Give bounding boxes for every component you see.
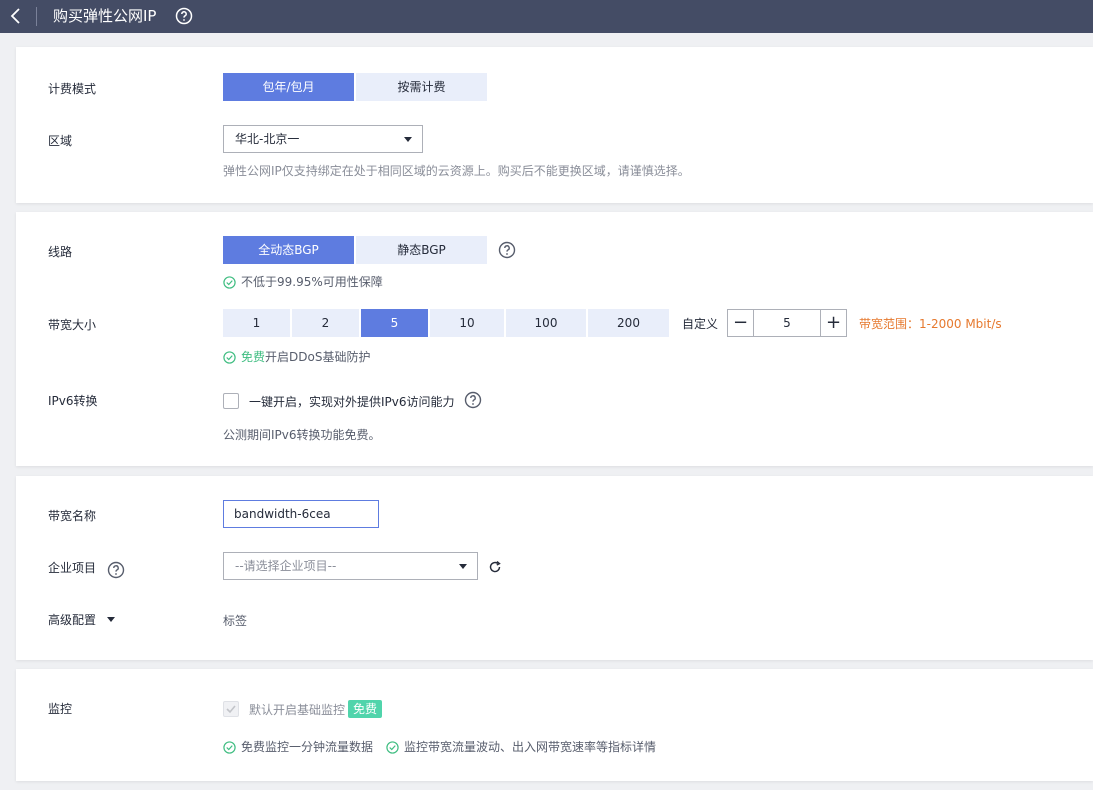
check-circle-icon bbox=[386, 741, 399, 754]
billing-option-yearly-monthly[interactable]: 包年/包月 bbox=[223, 73, 354, 101]
enterprise-project-placeholder: --请选择企业项目-- bbox=[235, 559, 337, 573]
line-label: 线路 bbox=[48, 245, 73, 259]
ipv6-label: IPv6转换 bbox=[48, 394, 98, 408]
bandwidth-name-label: 带宽名称 bbox=[48, 509, 97, 523]
advanced-config-toggle[interactable]: 高级配置 bbox=[48, 612, 115, 628]
region-hint: 弹性公网IP仅支持绑定在处于相同区域的云资源上。购买后不能更换区域，请谨慎选择。 bbox=[223, 164, 690, 178]
billing-mode-label: 计费模式 bbox=[48, 82, 97, 96]
monitoring-feature-2-text: 监控带宽流量波动、出入网带宽速率等指标详情 bbox=[404, 740, 657, 754]
monitoring-checkbox-label: 默认开启基础监控 bbox=[249, 703, 346, 717]
bandwidth-size-label: 带宽大小 bbox=[48, 318, 97, 332]
checkmark-icon bbox=[226, 705, 236, 714]
bandwidth-range-hint: 带宽范围：1-2000 Mbit/s bbox=[859, 317, 1002, 331]
check-circle-icon bbox=[223, 351, 236, 364]
monitoring-card: 监控 默认开启基础监控 免费 免费监控一分钟流量数据 监控带宽流量波动、出入网带… bbox=[16, 669, 1093, 781]
ddos-text: 开启DDoS基础防护 bbox=[265, 350, 371, 364]
name-project-card: 带宽名称 bandwidth-6cea 企业项目 --请选择企业项目-- 高级配… bbox=[16, 476, 1093, 660]
availability-note: 不低于99.95%可用性保障 bbox=[223, 274, 383, 290]
region-select-value: 华北-北京一 bbox=[235, 132, 300, 146]
bandwidth-value-input[interactable]: 5 bbox=[755, 310, 819, 336]
caret-down-icon bbox=[459, 564, 467, 569]
back-arrow-icon[interactable] bbox=[6, 6, 26, 26]
tag-label: 标签 bbox=[223, 614, 248, 628]
billing-option-pay-per-use[interactable]: 按需计费 bbox=[356, 73, 487, 101]
enterprise-project-label: 企业项目 bbox=[48, 561, 97, 575]
help-icon[interactable] bbox=[175, 7, 193, 25]
custom-bandwidth-label: 自定义 bbox=[682, 317, 719, 331]
line-bandwidth-card: 线路 全动态BGP 静态BGP 不低于99.95%可用性保障 带宽大小 1 2 … bbox=[16, 212, 1093, 466]
free-badge: 免费 bbox=[348, 700, 383, 718]
region-select[interactable]: 华北-北京一 bbox=[223, 125, 423, 153]
enterprise-project-help-icon[interactable] bbox=[107, 561, 125, 579]
decrement-button[interactable]: − bbox=[728, 310, 754, 336]
monitoring-label: 监控 bbox=[48, 702, 73, 716]
header-divider bbox=[36, 7, 37, 26]
line-help-icon[interactable] bbox=[498, 241, 516, 259]
bandwidth-name-input[interactable]: bandwidth-6cea bbox=[223, 500, 379, 528]
monitoring-feature-1: 免费监控一分钟流量数据 bbox=[223, 739, 373, 755]
region-label: 区域 bbox=[48, 134, 73, 148]
ipv6-checkbox-label: 一键开启，实现对外提供IPv6访问能力 bbox=[249, 395, 455, 409]
ddos-note: 免费开启DDoS基础防护 bbox=[223, 349, 370, 365]
check-circle-icon bbox=[223, 741, 236, 754]
bandwidth-preset-10[interactable]: 10 bbox=[430, 309, 504, 337]
increment-button[interactable]: + bbox=[820, 310, 846, 336]
monitoring-feature-2: 监控带宽流量波动、出入网带宽速率等指标详情 bbox=[386, 739, 656, 755]
check-circle-icon bbox=[223, 276, 236, 289]
bandwidth-preset-100[interactable]: 100 bbox=[506, 309, 586, 337]
ipv6-checkbox[interactable] bbox=[223, 393, 239, 409]
bandwidth-stepper: − 5 + bbox=[727, 309, 847, 337]
monitoring-feature-1-text: 免费监控一分钟流量数据 bbox=[241, 740, 374, 754]
refresh-icon[interactable] bbox=[488, 560, 502, 574]
caret-down-icon bbox=[404, 137, 412, 142]
ipv6-hint: 公测期间IPv6转换功能免费。 bbox=[223, 428, 381, 442]
ipv6-help-icon[interactable] bbox=[464, 391, 482, 409]
bandwidth-preset-5[interactable]: 5 bbox=[361, 309, 428, 337]
line-option-dynamic-bgp[interactable]: 全动态BGP bbox=[223, 236, 354, 264]
billing-region-card: 计费模式 包年/包月 按需计费 区域 华北-北京一 弹性公网IP仅支持绑定在处于… bbox=[16, 47, 1093, 203]
advanced-config-label: 高级配置 bbox=[48, 613, 97, 627]
enterprise-project-select[interactable]: --请选择企业项目-- bbox=[223, 552, 478, 580]
bandwidth-preset-1[interactable]: 1 bbox=[223, 309, 290, 337]
page-header: 购买弹性公网IP bbox=[0, 0, 1093, 33]
page-title: 购买弹性公网IP bbox=[53, 7, 157, 25]
monitoring-checkbox bbox=[223, 701, 239, 717]
caret-down-icon bbox=[107, 617, 115, 622]
line-option-static-bgp[interactable]: 静态BGP bbox=[356, 236, 487, 264]
availability-text: 不低于99.95%可用性保障 bbox=[241, 275, 383, 289]
ddos-free-text: 免费 bbox=[241, 350, 266, 364]
bandwidth-preset-2[interactable]: 2 bbox=[292, 309, 359, 337]
bandwidth-preset-200[interactable]: 200 bbox=[588, 309, 669, 337]
